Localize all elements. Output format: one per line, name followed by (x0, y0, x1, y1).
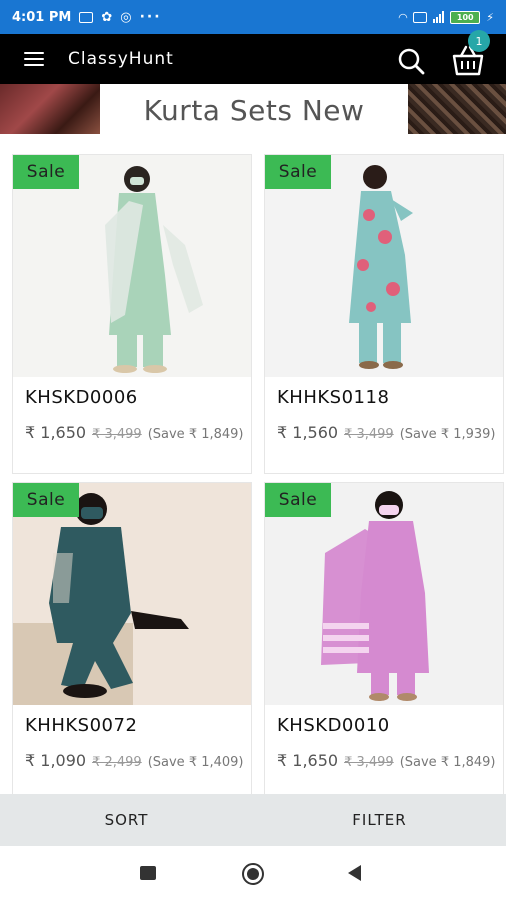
original-price: ₹ 3,499 (344, 427, 394, 442)
product-card[interactable]: Sale KHSKD0010 ₹ 1,650 ₹ 3,499 (Save ₹ 1,8… (264, 482, 504, 794)
back-icon[interactable] (348, 865, 361, 881)
sale-price: ₹ 1,650 (277, 751, 339, 770)
cart-count-badge[interactable]: 1 (468, 30, 490, 52)
sort-button[interactable]: SORT (0, 794, 253, 846)
savings-text: (Save ₹ 1,409) (147, 755, 244, 770)
app-bar: ClassyHunt (0, 34, 506, 84)
sale-badge: Sale (265, 483, 331, 517)
message-icon (79, 11, 94, 23)
search-icon[interactable] (396, 46, 426, 76)
status-bar: 4:01 PM ✿ ◎ ··· ◠ 100 ⚡ (0, 0, 506, 34)
price-info: ₹ 1,650 ₹ 3,499 (Save ₹ 1,849) (25, 419, 245, 448)
filter-button[interactable]: FILTER (253, 794, 506, 846)
banner-image-right (408, 84, 506, 134)
price-info: ₹ 1,560 ₹ 3,499 (Save ₹ 1,939) (277, 419, 497, 448)
banner-image-left (0, 84, 100, 134)
system-nav-bar (0, 846, 506, 900)
sale-badge: Sale (13, 483, 79, 517)
product-card[interactable]: Sale KHHKS0072 ₹ 1,090 ₹ 2,499 (Save ₹ 1,4… (12, 482, 252, 794)
whatsapp-icon: ◎ (120, 9, 132, 25)
product-card[interactable]: Sale KHHKS0118 ₹ 1,560 ₹ 3,499 (Save ₹ 1,9… (264, 154, 504, 474)
original-price: ₹ 3,499 (344, 755, 394, 770)
status-time: 4:01 PM (12, 9, 72, 25)
savings-text: (Save ₹ 1,939) (399, 427, 496, 442)
sale-badge: Sale (265, 155, 331, 189)
savings-text: (Save ₹ 1,849) (147, 427, 244, 442)
wifi-icon: ◠ (398, 10, 408, 24)
settings-status-icon: ✿ (101, 9, 113, 25)
sale-price: ₹ 1,560 (277, 423, 339, 442)
original-price: ₹ 2,499 (92, 755, 142, 770)
product-card[interactable]: Sale KHSKD0006 ₹ 1,650 ₹ 3,499 (Save ₹ 1,8… (12, 154, 252, 474)
product-code[interactable]: KHHKS0118 (277, 387, 389, 408)
savings-text: (Save ₹ 1,849) (399, 755, 496, 770)
product-code[interactable]: KHSKD0010 (277, 715, 390, 736)
signal-icon (433, 11, 445, 23)
charging-icon: ⚡ (486, 10, 494, 24)
category-title: Kurta Sets New (100, 84, 408, 136)
menu-icon[interactable] (24, 52, 44, 66)
sort-filter-bar: SORT FILTER (0, 794, 506, 846)
app-title[interactable]: ClassyHunt (68, 49, 174, 69)
product-code[interactable]: KHSKD0006 (25, 387, 138, 408)
sale-badge: Sale (13, 155, 79, 189)
sim-icon (413, 11, 428, 23)
status-left: 4:01 PM ✿ ◎ ··· (12, 9, 162, 25)
category-banner: Kurta Sets New (0, 84, 506, 136)
more-notifications-icon: ··· (139, 9, 162, 25)
price-info: ₹ 1,650 ₹ 3,499 (Save ₹ 1,849) (277, 747, 497, 776)
status-right: ◠ 100 ⚡ (398, 10, 494, 24)
product-code[interactable]: KHHKS0072 (25, 715, 137, 736)
sale-price: ₹ 1,090 (25, 751, 87, 770)
product-grid: Sale KHSKD0006 ₹ 1,650 ₹ 3,499 (Save ₹ 1,8… (0, 136, 506, 794)
original-price: ₹ 3,499 (92, 427, 142, 442)
home-icon[interactable] (242, 863, 264, 885)
price-info: ₹ 1,090 ₹ 2,499 (Save ₹ 1,409) (25, 747, 245, 776)
recents-icon[interactable] (140, 866, 156, 880)
battery-icon: 100 (450, 10, 481, 24)
sale-price: ₹ 1,650 (25, 423, 87, 442)
